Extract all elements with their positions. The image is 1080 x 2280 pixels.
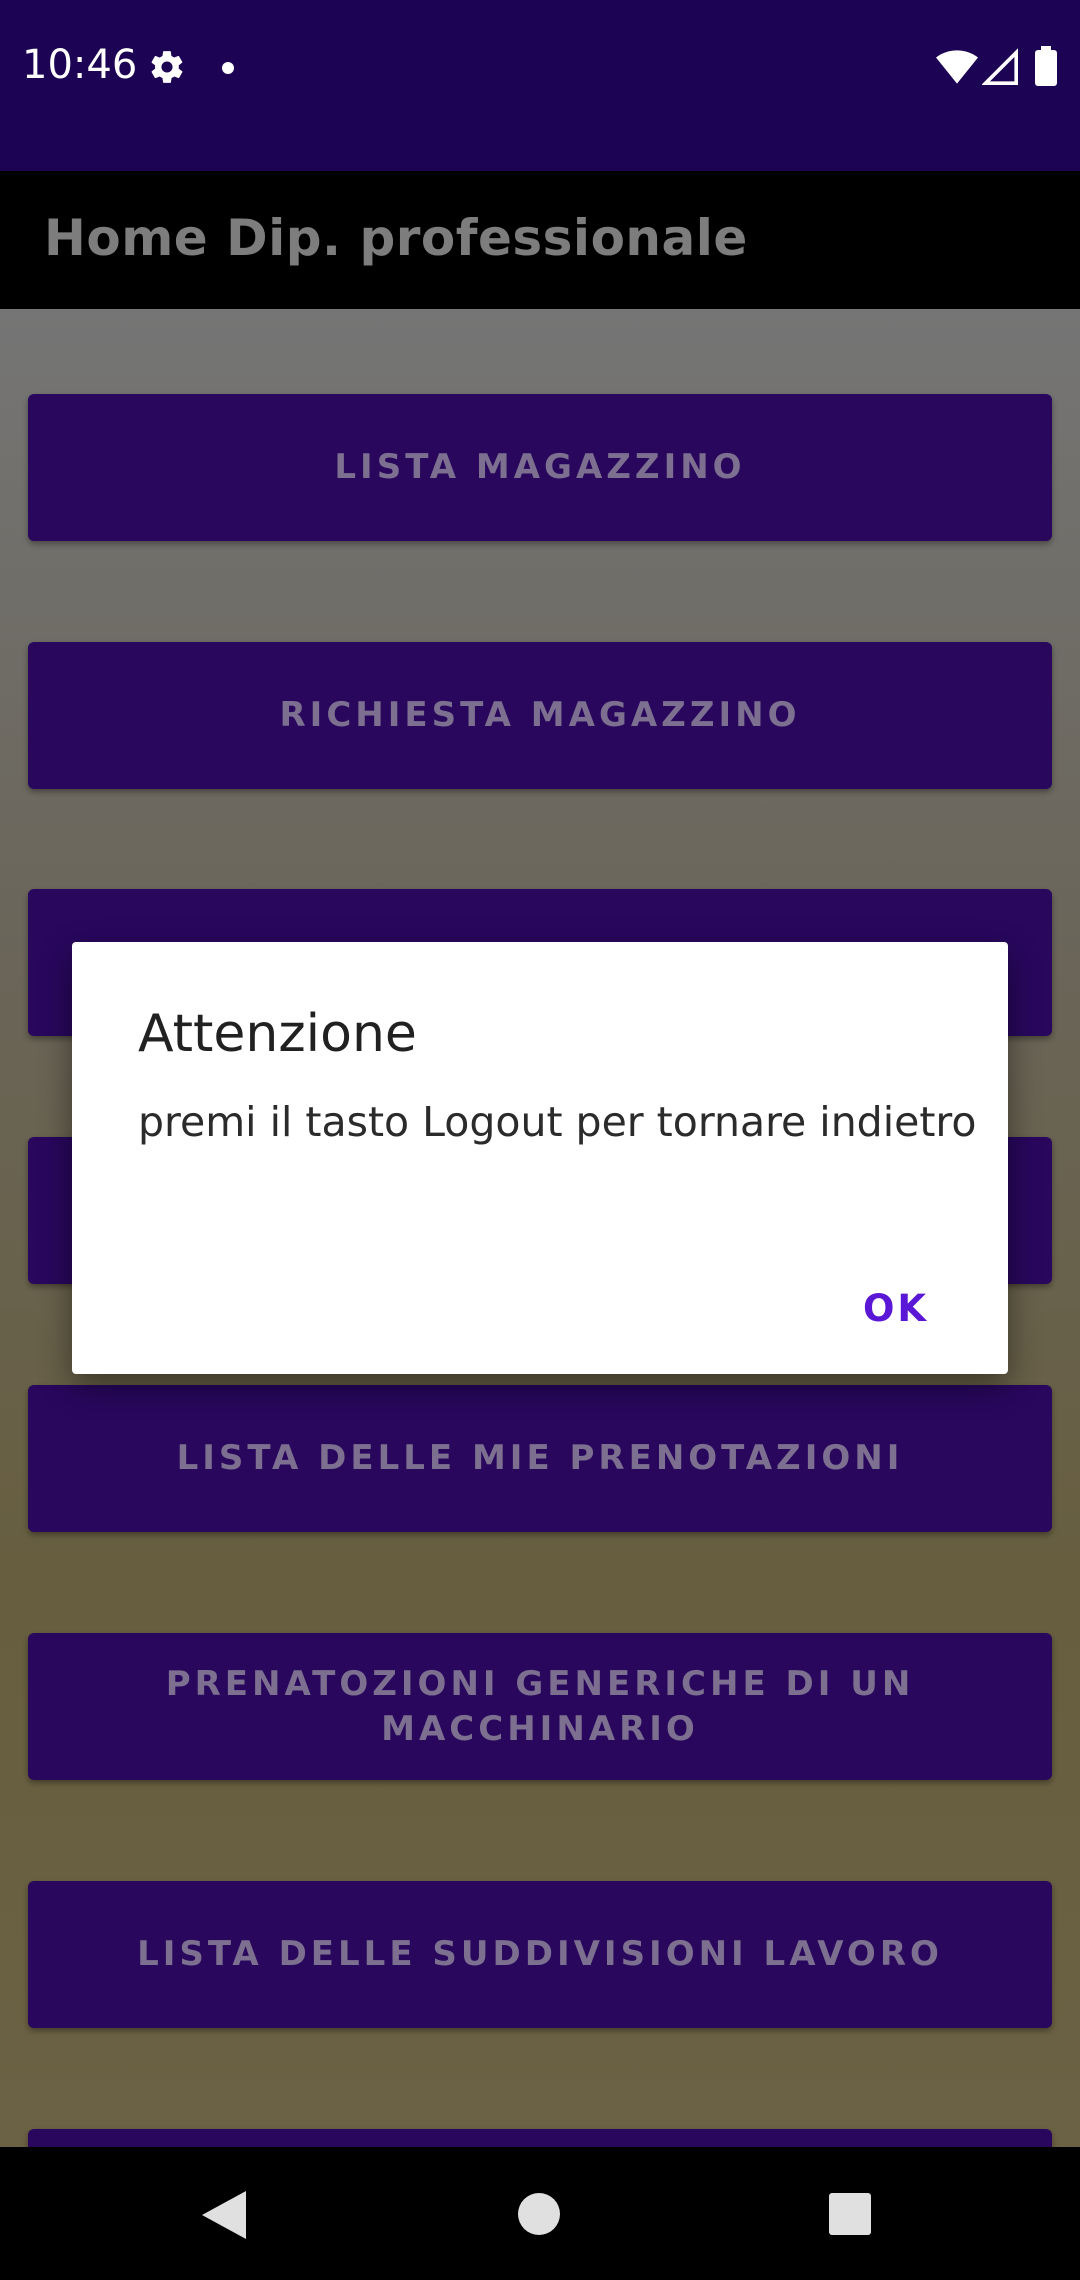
screen: 10:46 Home Dip. professionale LISTA MAGA… [0, 0, 1080, 2280]
dialog-message: premi il tasto Logout per tornare indiet… [138, 1098, 977, 1146]
status-time: 10:46 [22, 42, 138, 88]
recents-icon[interactable] [829, 2193, 871, 2235]
back-icon[interactable] [202, 2191, 246, 2239]
prenotazioni-generiche-button[interactable]: PRENATOZIONI GENERICHE DI UN MACCHINARIO [28, 1633, 1052, 1780]
lista-suddivisioni-lavoro-button[interactable]: LISTA DELLE SUDDIVISIONI LAVORO [28, 1881, 1052, 2028]
alert-dialog: Attenzione premi il tasto Logout per tor… [72, 942, 1008, 1374]
status-bar: 10:46 [0, 0, 1080, 171]
dialog-title: Attenzione [138, 1004, 417, 1064]
lista-mie-prenotazioni-button[interactable]: LISTA DELLE MIE PRENOTAZIONI [28, 1385, 1052, 1532]
menu-button-8[interactable] [28, 2129, 1052, 2147]
richiesta-magazzino-button[interactable]: RICHIESTA MAGAZZINO [28, 642, 1052, 789]
home-icon[interactable] [518, 2193, 560, 2235]
wifi-icon [936, 50, 978, 84]
notification-dot-icon [222, 62, 234, 74]
lista-magazzino-button[interactable]: LISTA MAGAZZINO [28, 394, 1052, 541]
page-title: Home Dip. professionale [44, 209, 748, 267]
navigation-bar [0, 2147, 1080, 2280]
app-bar: Home Dip. professionale [0, 171, 1080, 309]
battery-icon [1035, 46, 1057, 86]
signal-icon [982, 48, 1018, 85]
ok-button[interactable]: OK [834, 1272, 958, 1344]
gear-icon [151, 51, 183, 83]
